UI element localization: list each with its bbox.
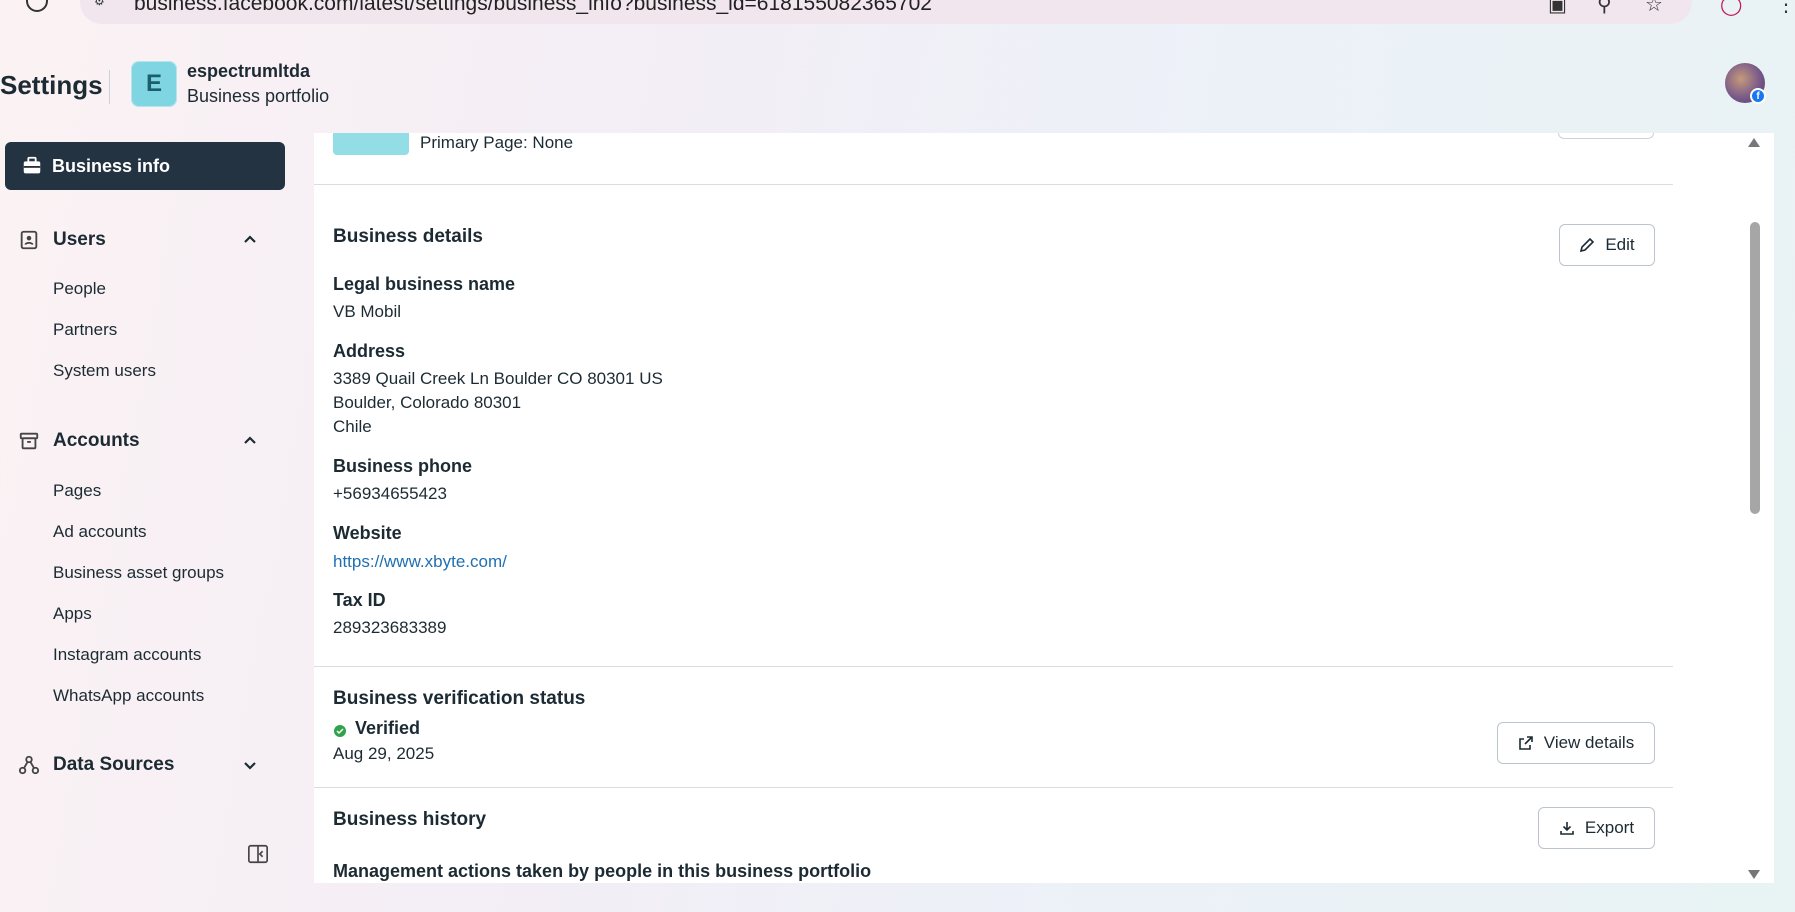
legal-name-value: VB Mobil [333, 302, 402, 321]
export-button[interactable]: Export [1538, 807, 1655, 849]
verified-check-icon [334, 725, 346, 737]
tax-id-value: 289323683389 [333, 618, 447, 637]
bookmark-star-icon[interactable]: ☆ [1645, 0, 1663, 16]
scrollbar-thumb[interactable] [1750, 222, 1760, 514]
facebook-badge-icon: f [1750, 88, 1766, 104]
sidebar-item-system-users[interactable]: System users [53, 361, 156, 381]
website-link[interactable]: https://www.xbyte.com/ [333, 552, 507, 572]
user-badge-icon [20, 230, 38, 250]
sidebar-section-data-sources[interactable]: Data Sources [0, 745, 280, 785]
menu-icon[interactable]: ⋮ [1776, 0, 1795, 16]
business-subtitle: Business portfolio [187, 86, 330, 106]
external-link-icon [1518, 736, 1533, 750]
briefcase-icon [23, 156, 41, 174]
sidebar-section-label: Data Sources [53, 754, 175, 775]
sidebar-item-people[interactable]: People [53, 279, 106, 299]
chevron-down-icon[interactable] [242, 757, 258, 773]
address-line-3: Chile [333, 417, 372, 436]
profile-icon[interactable]: ◯ [1720, 0, 1742, 16]
download-icon [1560, 822, 1574, 835]
business-name[interactable]: espectrumltda [187, 61, 310, 82]
data-sources-icon [18, 755, 40, 775]
address-line-2: Boulder, Colorado 80301 [333, 393, 522, 412]
zoom-icon[interactable]: ⚲ [1597, 0, 1612, 16]
chevron-up-icon[interactable] [242, 433, 258, 449]
sidebar-item-apps[interactable]: Apps [53, 604, 92, 624]
pencil-icon [1580, 237, 1595, 253]
section-divider [314, 666, 1673, 667]
scroll-down-arrow-icon[interactable] [1748, 870, 1760, 879]
phone-value: +56934655423 [333, 484, 447, 503]
edit-button-label: Edit [1605, 235, 1635, 254]
sidebar-item-instagram-accounts[interactable]: Instagram accounts [53, 645, 201, 665]
site-info-icon[interactable]: ⚙ [94, 0, 116, 8]
url-text[interactable]: business.facebook.com/latest/settings/bu… [134, 0, 932, 16]
address-line-1: 3389 Quail Creek Ln Boulder CO 80301 US [333, 369, 663, 388]
business-info-panel: Primary Page: None Business details Edit… [314, 133, 1774, 883]
verification-title: Business verification status [333, 688, 586, 709]
sidebar-item-label: Business info [52, 155, 171, 176]
address-label: Address [333, 341, 406, 361]
verification-date: Aug 29, 2025 [333, 744, 435, 763]
sidebar-item-business-info[interactable]: Business info [5, 142, 285, 190]
sidebar-section-label: Accounts [53, 430, 140, 451]
primary-page-text: Primary Page: None [420, 133, 574, 152]
sidebar-section-users[interactable]: Users [0, 220, 280, 260]
history-subtitle: Management actions taken by people in th… [333, 861, 872, 881]
top-section-button[interactable] [1558, 133, 1654, 139]
history-title: Business history [333, 809, 487, 830]
view-details-button[interactable]: View details [1497, 722, 1655, 764]
export-label: Export [1584, 818, 1635, 837]
legal-name-label: Legal business name [333, 274, 516, 294]
business-details-title: Business details [333, 226, 483, 247]
sidebar-section-accounts[interactable]: Accounts [0, 421, 280, 461]
chevron-up-icon[interactable] [242, 232, 258, 248]
edit-button[interactable]: Edit [1559, 224, 1655, 266]
scroll-up-arrow-icon[interactable] [1748, 138, 1760, 147]
header-divider [109, 70, 110, 104]
tax-id-label: Tax ID [333, 590, 386, 610]
sidebar-item-pages[interactable]: Pages [53, 481, 101, 501]
reload-icon[interactable] [26, 0, 48, 12]
sidebar-section-label: Users [53, 229, 106, 250]
verification-status: Verified [355, 718, 421, 738]
section-divider [314, 184, 1673, 185]
sidebar-item-partners[interactable]: Partners [53, 320, 117, 340]
primary-page-thumbnail [333, 133, 409, 155]
sidebar-item-business-asset-groups[interactable]: Business asset groups [53, 563, 224, 583]
website-label: Website [333, 523, 402, 543]
phone-label: Business phone [333, 456, 473, 476]
business-avatar[interactable]: E [131, 61, 177, 107]
page-title: Settings [0, 70, 103, 100]
browser-toolbar: ⚙ business.facebook.com/latest/settings/… [0, 0, 1795, 35]
sidebar-item-whatsapp-accounts[interactable]: WhatsApp accounts [53, 686, 204, 706]
view-details-label: View details [1543, 733, 1635, 752]
sidebar-item-ad-accounts[interactable]: Ad accounts [53, 522, 147, 542]
translate-icon[interactable]: ▣ [1548, 0, 1567, 16]
collapse-sidebar-icon[interactable] [247, 843, 269, 865]
section-divider [314, 787, 1673, 788]
archive-box-icon [19, 432, 39, 450]
